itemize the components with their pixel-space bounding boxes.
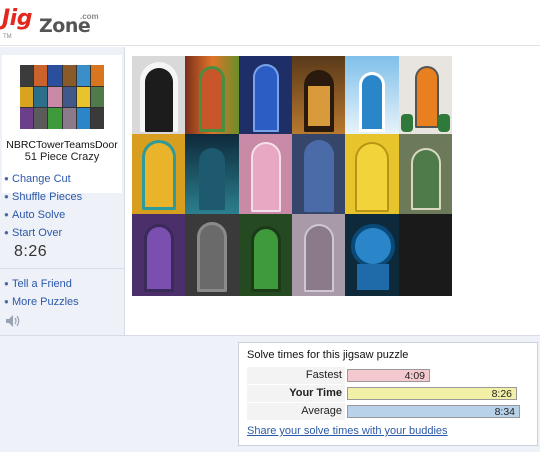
bullet-icon: ● [4,279,9,288]
jigzone-logo[interactable]: Jig Zone .com TM [2,4,112,42]
auto-solve-link[interactable]: Auto Solve [12,209,65,221]
more-puzzles-link[interactable]: More Puzzles [12,296,79,308]
puzzle-tile[interactable] [345,214,399,296]
puzzle-tile[interactable] [398,56,452,134]
puzzle-tile[interactable] [132,56,186,134]
speaker-icon[interactable] [5,314,21,328]
puzzle-tile[interactable] [291,134,346,214]
puzzle-tile[interactable] [398,214,452,296]
menu-item-change-cut[interactable]: ● Change Cut [4,170,82,188]
puzzle-actions-menu: ● Change Cut ● Shuffle Pieces ● Auto Solve … [4,170,82,242]
header: Jig Zone .com TM [0,0,540,46]
fastest-time-bar: 4:09 [347,369,430,382]
sidebar-divider [0,268,124,269]
shuffle-pieces-link[interactable]: Shuffle Pieces [12,191,82,203]
puzzle-thumbnail-image[interactable] [20,65,104,129]
solve-row-label: Your Time [247,385,345,402]
puzzle-tile[interactable] [238,134,292,214]
solve-row-label: Fastest [247,367,345,384]
piece-count-info: 51 Piece Crazy [24,151,100,163]
bullet-icon: ● [4,228,9,237]
your-time-bar: 8:26 [347,387,517,400]
puzzle-tile[interactable] [398,134,452,214]
puzzle-tile[interactable] [185,214,239,296]
menu-item-auto-solve[interactable]: ● Auto Solve [4,206,82,224]
menu-item-more-puzzles[interactable]: ● More Puzzles [4,293,79,311]
change-cut-link[interactable]: Change Cut [12,173,71,185]
logo-jig: Jig [2,6,32,31]
menu-item-start-over[interactable]: ● Start Over [4,224,82,242]
puzzle-tile[interactable] [238,56,292,134]
menu-item-tell-a-friend[interactable]: ● Tell a Friend [4,275,79,293]
solve-row-label: Average [247,403,345,420]
puzzle-tile[interactable] [185,134,239,214]
puzzle-tile[interactable] [291,214,346,296]
social-menu: ● Tell a Friend ● More Puzzles [4,275,79,311]
puzzle-tile[interactable] [345,56,399,134]
share-solve-times-link[interactable]: Share your solve times with your buddies [247,425,448,437]
puzzle-tile[interactable] [291,56,346,134]
menu-item-shuffle-pieces[interactable]: ● Shuffle Pieces [4,188,82,206]
bullet-icon: ● [4,174,9,183]
bullet-icon: ● [4,210,9,219]
bullet-icon: ● [4,192,9,201]
puzzle-tile[interactable] [185,56,239,134]
bullet-icon: ● [4,297,9,306]
puzzle-board[interactable] [132,56,452,296]
solve-times-title: Solve times for this jigsaw puzzle [247,349,409,361]
solve-row-your-time: Your Time 8:26 [247,385,533,402]
logo-dotcom: .com [80,12,99,21]
average-time-bar: 8:34 [347,405,520,418]
solve-row-fastest: Fastest 4:09 [247,367,533,384]
solve-times-panel: Solve times for this jigsaw puzzle Faste… [238,342,538,446]
puzzle-name: NBRCTowerTeamsDoor [6,139,118,151]
puzzle-tile[interactable] [132,214,186,296]
tell-a-friend-link[interactable]: Tell a Friend [12,278,72,290]
solve-row-average: Average 8:34 [247,403,533,420]
puzzle-tile[interactable] [345,134,399,214]
puzzle-tile[interactable] [132,134,186,214]
sidebar: NBRCTowerTeamsDoor 51 Piece Crazy ● Chang… [0,47,125,335]
puzzle-tile[interactable] [238,214,292,296]
start-over-link[interactable]: Start Over [12,227,62,239]
logo-tm: TM [3,34,12,40]
elapsed-timer: 8:26 [14,243,48,260]
